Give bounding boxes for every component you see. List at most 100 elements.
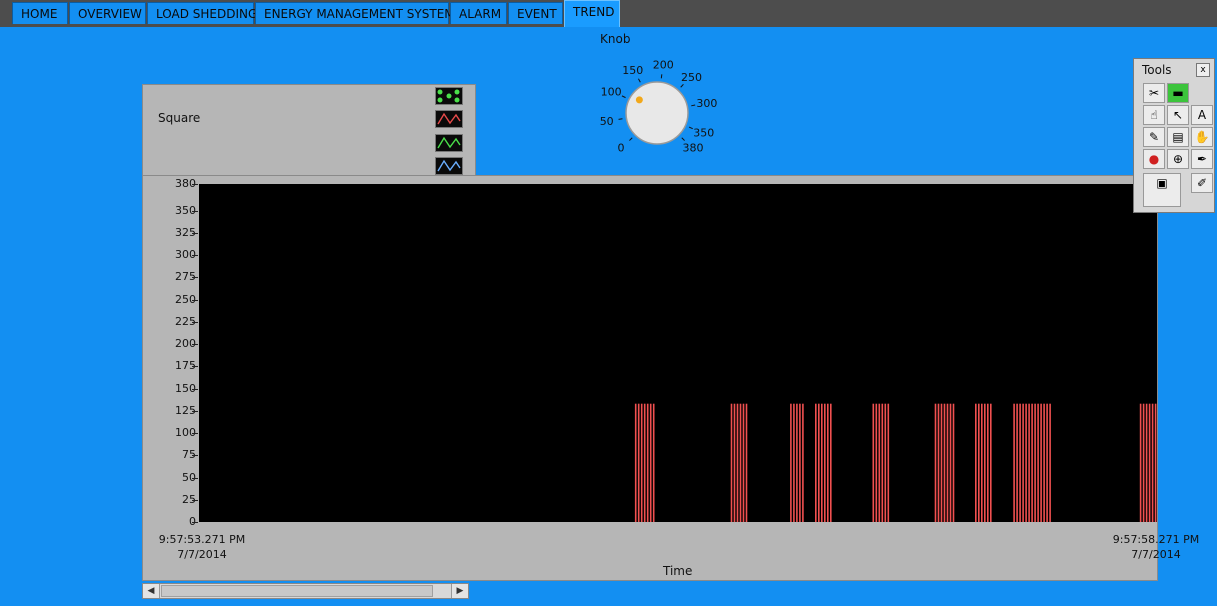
- pulse-bar: [978, 403, 980, 522]
- pulse-bar: [1040, 403, 1042, 522]
- green-wave-icon[interactable]: [435, 134, 463, 152]
- knob-tick: [621, 95, 626, 99]
- tools-palette: Tools x ✂ ▬ ☝ ↖ A ✎ ▤ ✋ ● ⊕ ✒ ▣ ✐: [1133, 58, 1215, 213]
- pulse-bar: [934, 403, 937, 522]
- close-icon[interactable]: x: [1196, 63, 1210, 77]
- y-tick-mark: [192, 277, 198, 279]
- pulse-bar: [1025, 403, 1027, 522]
- tab-overview[interactable]: OVERVIEW: [69, 2, 146, 24]
- pulse-bar: [1028, 403, 1030, 522]
- knob-dial[interactable]: [625, 81, 689, 145]
- auto-tool-icon[interactable]: ✂: [1143, 83, 1165, 103]
- pulse-bar: [637, 403, 640, 522]
- y-tick-mark: [192, 344, 198, 346]
- knob-tick: [688, 126, 693, 130]
- scroll-hand-icon[interactable]: ✋: [1191, 127, 1213, 147]
- knob-scale-label: 100: [601, 85, 622, 98]
- tab-event[interactable]: EVENT: [508, 2, 563, 24]
- pulse-bar: [1148, 403, 1151, 522]
- y-tick-mark: [192, 522, 198, 523]
- tab-alarm[interactable]: ALARM: [450, 2, 507, 24]
- x-start-time: 9:57:53.271 PM: [158, 533, 246, 546]
- knob-tick: [629, 137, 633, 141]
- y-tick-label: 300: [175, 248, 196, 262]
- color-brush-icon[interactable]: ✐: [1191, 173, 1213, 193]
- y-tick-label: 75: [182, 448, 196, 462]
- scroll-left-button[interactable]: ◀: [143, 584, 160, 598]
- y-tick-label: 125: [175, 403, 196, 417]
- scroll-thumb[interactable]: [161, 585, 433, 597]
- color-pick-icon[interactable]: ✒: [1191, 149, 1213, 169]
- pulse-bar: [827, 403, 829, 522]
- pulse-bar: [1016, 403, 1018, 522]
- color-swatch-icon[interactable]: ▣: [1143, 173, 1181, 207]
- plot-legend: Square: [142, 84, 476, 176]
- arrow-select-icon[interactable]: ↖: [1167, 105, 1189, 125]
- tab-home[interactable]: HOME: [12, 2, 68, 24]
- pulse-bar: [649, 403, 652, 522]
- graph-scrollbar[interactable]: ◀ ▶: [142, 583, 469, 599]
- pulse-bar: [1031, 403, 1033, 522]
- pulse-bar: [1151, 403, 1154, 522]
- tab-trend[interactable]: TREND: [564, 0, 620, 27]
- text-A-icon[interactable]: A: [1191, 105, 1213, 125]
- pulse-bar: [1046, 403, 1048, 522]
- pulse-bar: [1142, 403, 1145, 522]
- pulse-bar: [952, 403, 955, 522]
- y-tick-mark: [192, 321, 198, 323]
- pulse-bar: [790, 403, 792, 522]
- y-tick-mark: [192, 410, 198, 412]
- pulse-bar: [1037, 403, 1039, 522]
- waveform-chart: 380 350 325 300 275 250 225 200 175 150 125 100 75 50…: [142, 175, 1199, 581]
- blue-wave-icon[interactable]: [435, 157, 463, 175]
- scroll-right-button[interactable]: ▶: [451, 584, 468, 598]
- pulse-bar: [1022, 403, 1024, 522]
- pulse-bar: [640, 403, 643, 522]
- probe-icon[interactable]: ⊕: [1167, 149, 1189, 169]
- knob-tick: [637, 78, 641, 83]
- y-tick-mark: [192, 366, 198, 368]
- pulse-bar: [643, 403, 646, 522]
- pulse-bar: [987, 403, 989, 522]
- tab-energy-management-system[interactable]: ENERGY MANAGEMENT SYSTEM: [255, 2, 455, 24]
- status-led-icon[interactable]: ▬: [1167, 83, 1189, 103]
- pulse-bar: [815, 403, 817, 522]
- pulse-bar: [1034, 403, 1036, 522]
- y-tick-label: 325: [175, 225, 196, 239]
- knob[interactable]: 050100150 200250300350380: [580, 40, 740, 170]
- y-tick-mark: [192, 232, 198, 234]
- tab-load-shedding[interactable]: LOAD SHEDDING: [147, 2, 257, 24]
- operate-hand-icon[interactable]: ☝: [1143, 105, 1165, 125]
- pulse-bar: [799, 403, 801, 522]
- pulse-bar: [1019, 403, 1021, 522]
- pulse-bar: [830, 403, 832, 522]
- knob-scale-label: 150: [622, 64, 643, 77]
- plot-area: [199, 184, 1157, 522]
- y-tick-label: 275: [175, 270, 196, 284]
- y-tick-mark: [192, 433, 198, 435]
- pulse-bar: [730, 403, 733, 522]
- pulse-bar: [875, 403, 878, 522]
- plot-svg: [634, 403, 1157, 522]
- y-tick-label: 200: [175, 337, 196, 351]
- y-tick-label: 380: [175, 177, 196, 190]
- y-tick-label: 175: [175, 359, 196, 373]
- legend-plot-name: Square: [158, 111, 201, 125]
- pulse-bar: [1139, 403, 1142, 522]
- pulse-bar: [1013, 403, 1015, 522]
- y-tick-label: 350: [175, 203, 196, 217]
- y-tick-mark: [192, 299, 198, 301]
- shortcut-menu-icon[interactable]: ▤: [1167, 127, 1189, 147]
- wiring-spool-icon[interactable]: ✎: [1143, 127, 1165, 147]
- pulse-bar: [1049, 403, 1051, 522]
- y-tick-mark: [192, 184, 198, 185]
- red-wave-icon[interactable]: [435, 110, 463, 128]
- pulse-bar: [1043, 403, 1045, 522]
- pulse-bar: [881, 403, 884, 522]
- pulse-bar: [736, 403, 739, 522]
- pulse-bar: [872, 403, 875, 522]
- pulse-bar: [940, 403, 943, 522]
- points-icon[interactable]: [435, 87, 463, 105]
- knob-scale-label: 0: [617, 142, 624, 155]
- breakpoint-icon[interactable]: ●: [1143, 149, 1165, 169]
